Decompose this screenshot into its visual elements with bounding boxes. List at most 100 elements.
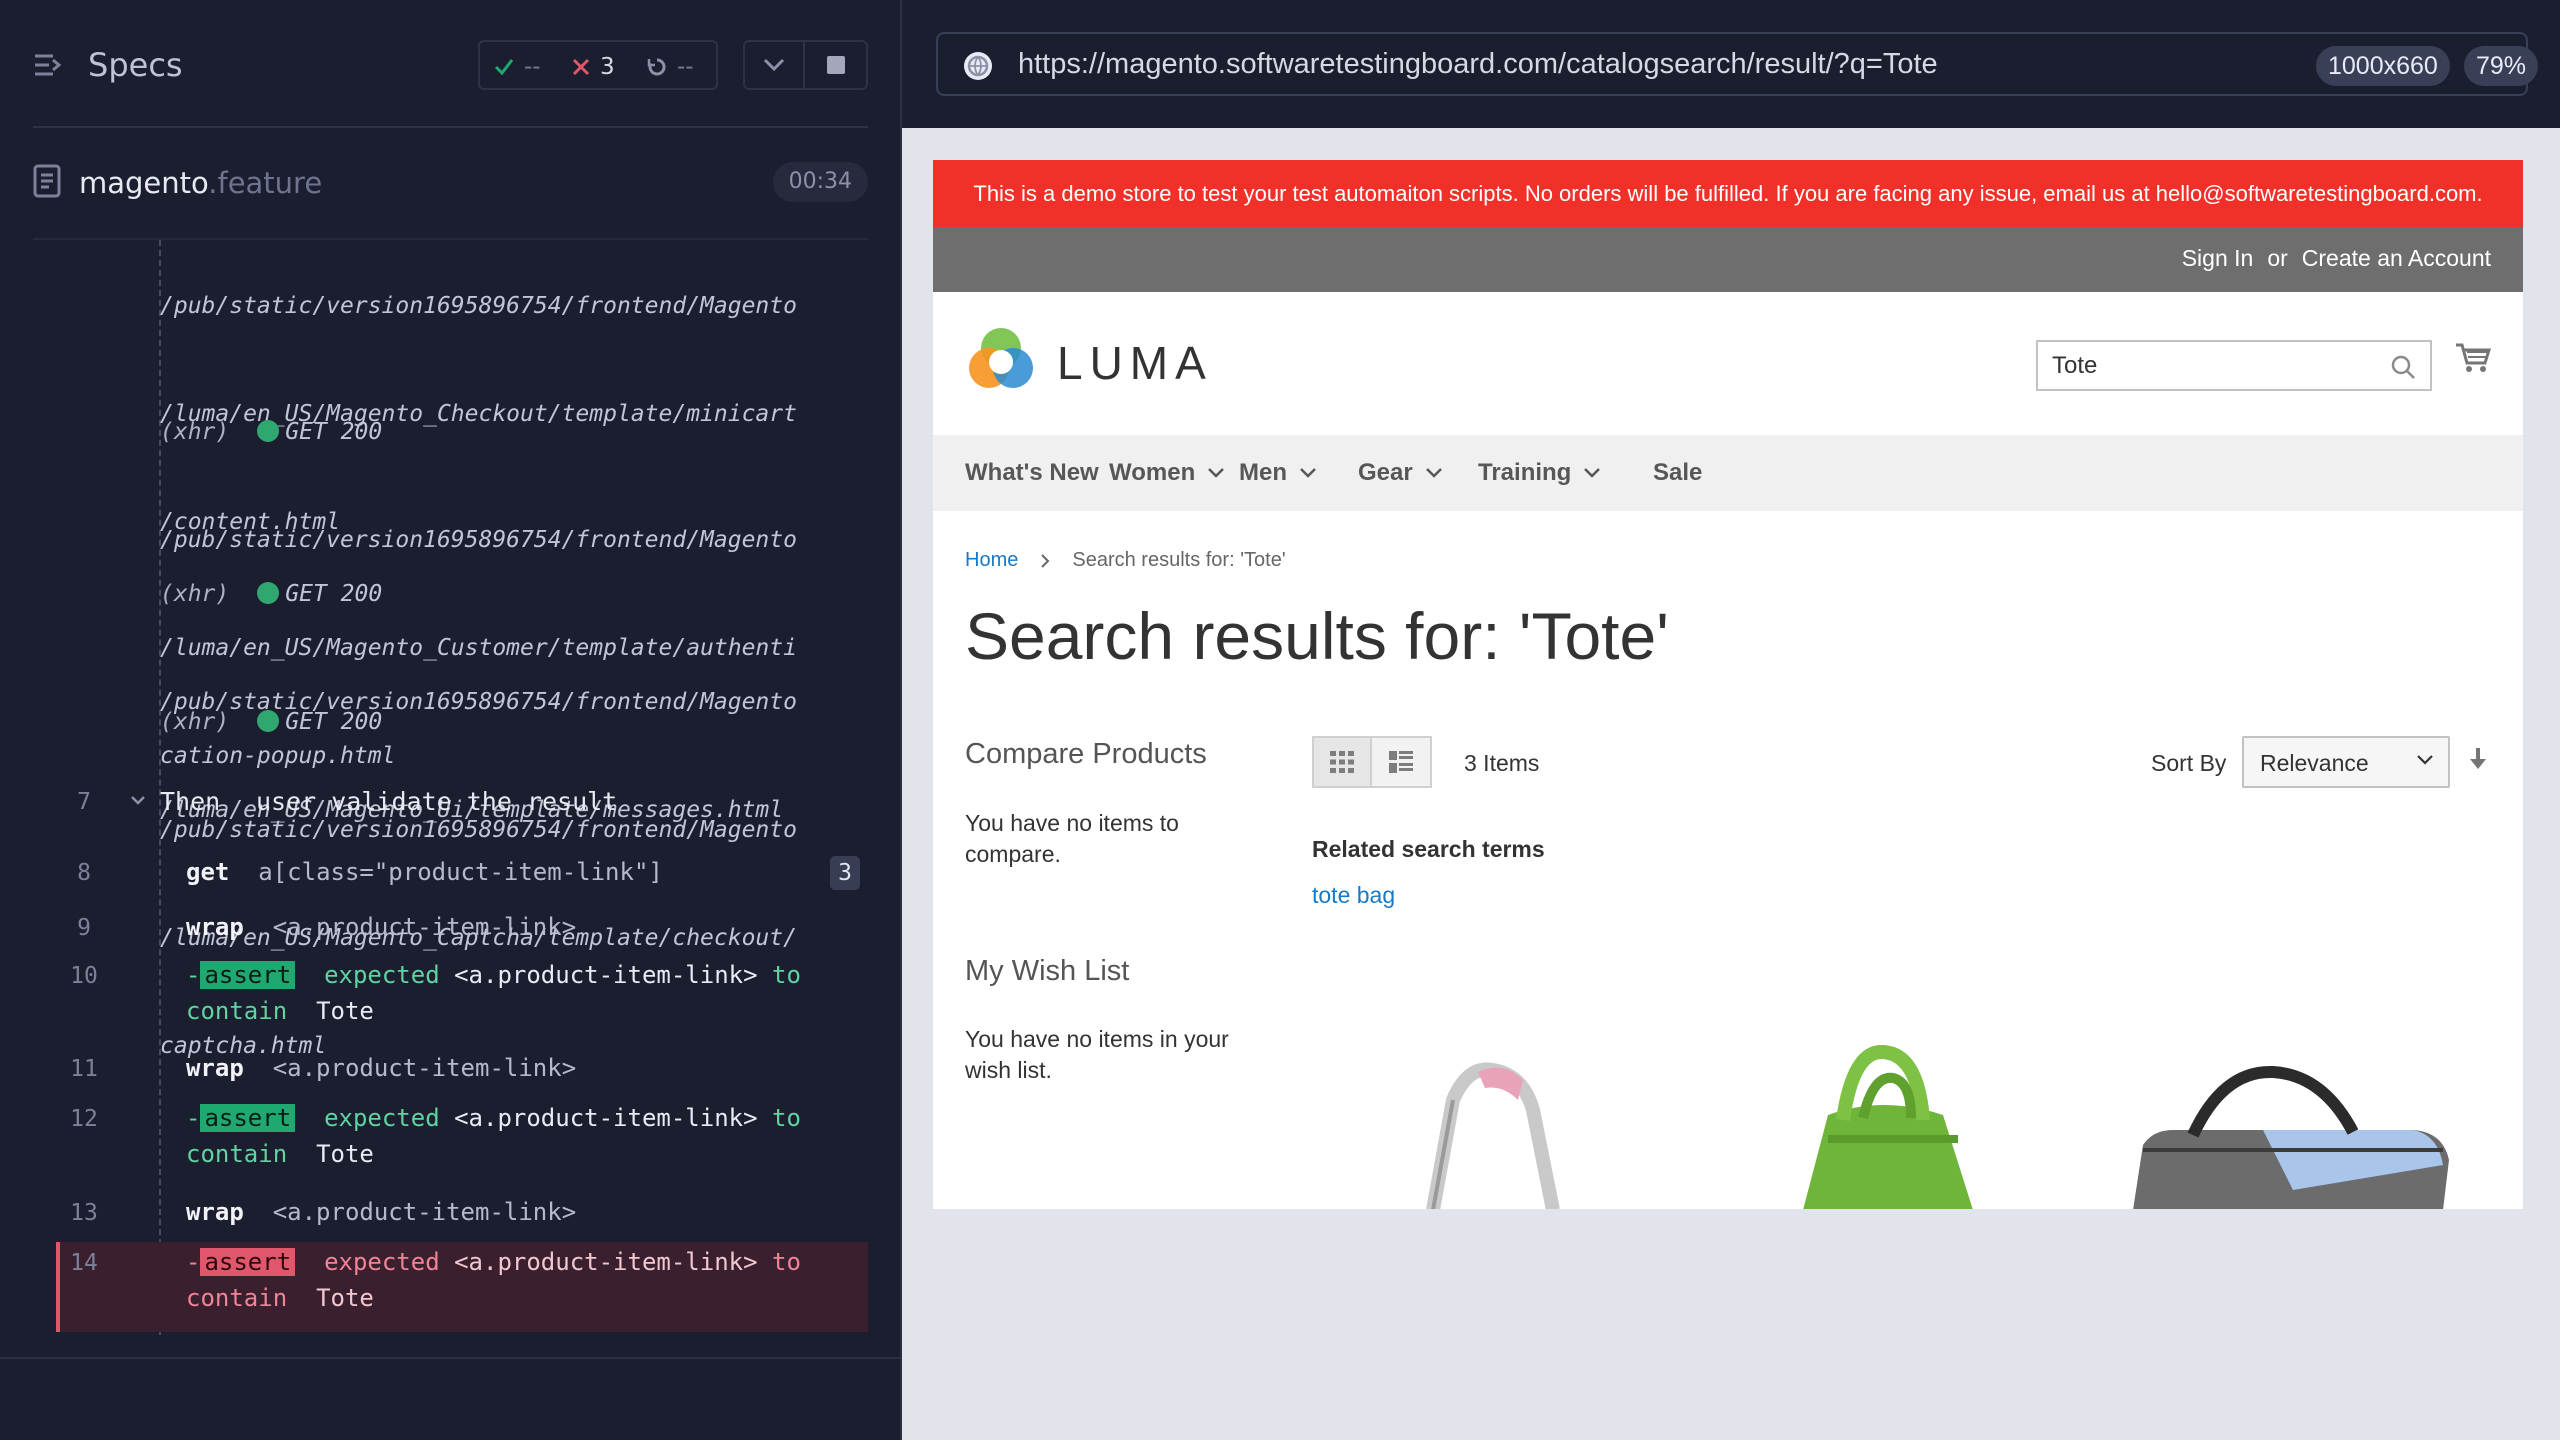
spec-file-row: magento.feature 00:34 (33, 160, 868, 210)
spec-duration: 00:34 (772, 162, 868, 202)
line-number: 10 (70, 963, 98, 989)
run-controls (743, 40, 868, 90)
nav-women[interactable]: Women (1109, 459, 1225, 487)
expand-button[interactable] (745, 42, 805, 88)
command-wrap[interactable]: wrap <a.product-item-link> (186, 1194, 576, 1230)
command-name: wrap (186, 913, 244, 941)
spec-file-extension: .feature (208, 166, 323, 200)
breadcrumb-home-link[interactable]: Home (965, 549, 1018, 572)
aut-header: https://magento.softwaretestingboard.com… (902, 0, 2560, 128)
assert-text: to (772, 1104, 801, 1132)
xhr-label: (xhr) (160, 419, 230, 445)
assert-value: Tote (316, 1140, 374, 1168)
specs-title[interactable]: Specs (88, 46, 183, 84)
chevron-down-icon (763, 58, 785, 72)
globe-icon (962, 50, 994, 82)
command-assert-passed[interactable]: - assert expected <a.product-item-link> t… (186, 1100, 801, 1172)
search-icon[interactable] (2390, 354, 2416, 380)
stop-button[interactable] (805, 42, 866, 88)
zoom-badge[interactable]: 79% (2464, 46, 2539, 86)
wish-list-title: My Wish List (965, 955, 1130, 987)
compare-products-title: Compare Products (965, 738, 1207, 770)
pending-icon (647, 57, 667, 77)
items-count: 3 Items (1464, 750, 1540, 776)
assert-text: to (772, 1248, 801, 1276)
command-arg: <a.product-item-link> (272, 1054, 577, 1082)
breadcrumb-current: Search results for: 'Tote' (1072, 549, 1286, 571)
step-row[interactable]: 7 Then user validate the result (56, 785, 868, 825)
line-number: 7 (77, 789, 91, 815)
create-account-link[interactable]: Create an Account (2302, 245, 2491, 272)
sort-direction-arrow-icon[interactable] (2468, 746, 2488, 772)
account-bar: Sign In or Create an Account (933, 227, 2523, 292)
specs-list-icon[interactable] (33, 52, 63, 78)
line-number: 14 (70, 1250, 98, 1276)
sign-in-link[interactable]: Sign In (2182, 245, 2254, 272)
assert-value: Tote (316, 997, 374, 1025)
website-viewport: This is a demo store to test your test a… (933, 160, 2523, 1209)
sort-by-label: Sort By (2151, 750, 2227, 776)
product-image-3[interactable] (2113, 1040, 2473, 1209)
chevron-down-icon[interactable] (130, 795, 146, 807)
nav-men[interactable]: Men (1239, 459, 1317, 487)
command-wrap[interactable]: wrap <a.product-item-link> (186, 1050, 576, 1086)
list-view-button[interactable] (1372, 738, 1430, 786)
element-count-badge: 3 (830, 856, 860, 890)
nav-label: Training (1478, 459, 1572, 486)
chevron-down-icon (1207, 467, 1225, 479)
command-name: get (186, 858, 230, 886)
sort-select[interactable]: Relevance (2242, 736, 2450, 788)
logo-text[interactable]: LUMA (1057, 336, 1213, 390)
command-assert-passed[interactable]: - assert expected <a.product-item-link> t… (186, 957, 801, 1029)
related-search-terms-title: Related search terms (1312, 836, 1545, 862)
wish-list-empty-text: You have no items in your wish list. (965, 1026, 1229, 1083)
spec-file-basename: magento (79, 166, 209, 200)
line-number: 11 (70, 1056, 98, 1082)
nav-gear[interactable]: Gear (1358, 459, 1443, 487)
related-search-term-link[interactable]: tote bag (1312, 882, 1395, 909)
url-text[interactable]: https://magento.softwaretestingboard.com… (1018, 48, 1938, 81)
command-name: wrap (186, 1054, 244, 1082)
status-dot-icon (257, 420, 280, 442)
command-wrap[interactable]: wrap <a.product-item-link> (186, 909, 576, 945)
command-name: wrap (186, 1198, 244, 1226)
search-input[interactable] (2052, 350, 2382, 382)
command-log-panel: Specs -- 3 -- magento.feature 00:34 /pub… (0, 0, 900, 1440)
passed-stat: -- (494, 52, 541, 82)
compare-empty-text: You have no items to compare. (965, 810, 1179, 867)
command-get[interactable]: get a[class="product-item-link"] (186, 854, 663, 890)
spec-file-name[interactable]: magento.feature (79, 166, 322, 200)
shopping-cart-icon[interactable] (2455, 342, 2491, 374)
command-log: /pub/static/version1695896754/frontend/M… (56, 240, 868, 1335)
assert-text: contain (186, 1140, 288, 1168)
page-title: Search results for: 'Tote' (965, 599, 1669, 673)
or-text: or (2267, 245, 2288, 271)
assert-element: <a.product-item-link> (454, 1248, 758, 1276)
nav-label: Gear (1358, 459, 1413, 486)
nav-label: Women (1109, 459, 1196, 486)
demo-notice-banner: This is a demo store to test your test a… (933, 160, 2523, 227)
command-arg: a[class="product-item-link"] (258, 858, 663, 886)
product-image-2[interactable] (1733, 1040, 2033, 1209)
assert-text: contain (186, 1284, 288, 1312)
assert-tag: assert (200, 961, 296, 989)
chevron-down-icon (1425, 467, 1443, 479)
status-dot-icon (257, 710, 280, 732)
assert-element: <a.product-item-link> (454, 1104, 758, 1132)
document-icon (33, 164, 61, 198)
line-number: 13 (70, 1200, 98, 1226)
nav-label: What's New (965, 459, 1099, 486)
nav-training[interactable]: Training (1478, 459, 1601, 487)
nav-whats-new[interactable]: What's New (965, 459, 1099, 487)
luma-logo-icon[interactable] (965, 324, 1037, 396)
product-image-1[interactable] (1373, 1040, 1603, 1209)
viewport-size-badge[interactable]: 1000x660 (2316, 46, 2450, 86)
grid-view-button[interactable] (1314, 738, 1372, 786)
command-assert-failed[interactable]: - assert expected <a.product-item-link> t… (186, 1244, 801, 1316)
nav-sale[interactable]: Sale (1653, 459, 1702, 487)
xhr-status: GET 200 (285, 419, 383, 445)
url-bar[interactable]: https://magento.softwaretestingboard.com… (936, 32, 2539, 96)
assert-tag: assert (200, 1104, 296, 1132)
passed-count: -- (524, 54, 541, 80)
reporter-header: Specs -- 3 -- (33, 32, 868, 128)
